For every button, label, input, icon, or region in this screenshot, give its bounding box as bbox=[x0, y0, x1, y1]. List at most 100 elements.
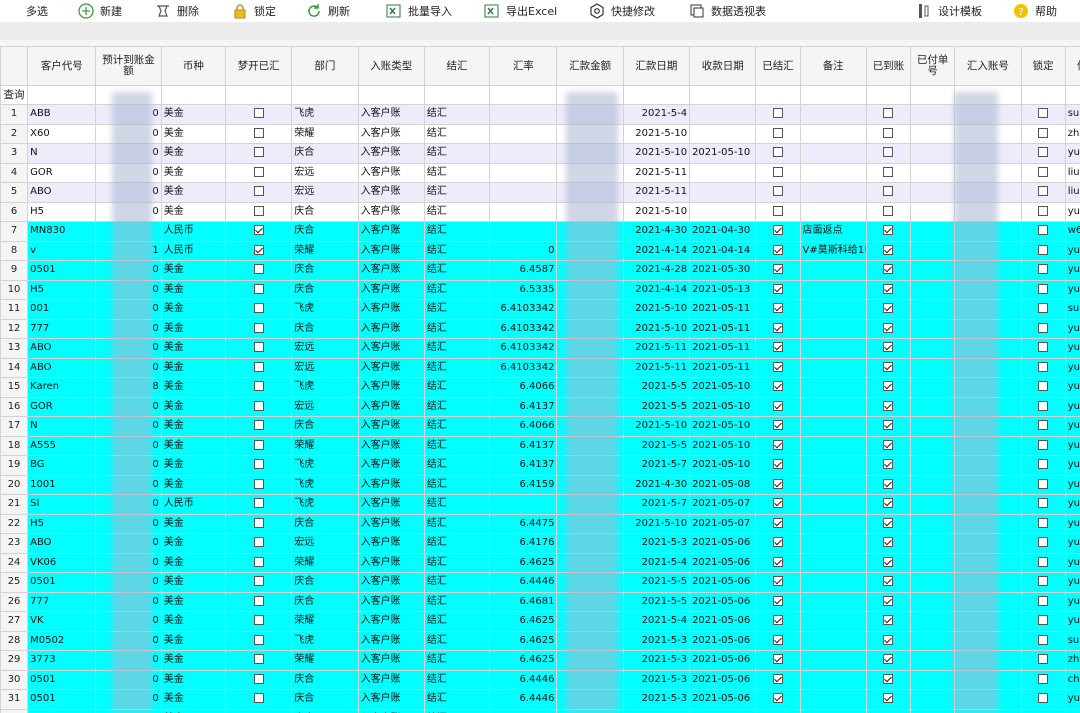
column-header[interactable]: 部门 bbox=[291, 46, 359, 86]
filter-cell[interactable] bbox=[689, 85, 757, 105]
filter-cell[interactable] bbox=[1020, 85, 1066, 105]
checkbox-checked[interactable] bbox=[772, 264, 783, 275]
table-cell[interactable]: 2021-05-06 bbox=[689, 572, 757, 593]
table-cell[interactable]: 2021-05-11 bbox=[689, 357, 757, 378]
table-cell[interactable]: 6.4587 bbox=[489, 260, 558, 281]
table-cell[interactable]: 6.4625 bbox=[489, 650, 558, 671]
table-cell[interactable]: 2021-5-11 bbox=[622, 182, 691, 203]
table-cell[interactable] bbox=[799, 357, 867, 378]
table-cell[interactable]: 5 bbox=[0, 182, 29, 203]
checkbox-unchecked[interactable] bbox=[253, 400, 264, 411]
table-cell[interactable]: 结汇 bbox=[423, 318, 491, 339]
table-row[interactable]: 10 H5 0 美金 庆合 入客户账 结汇 6.5335 2021-4-14 2021-05-13… bbox=[0, 279, 1080, 300]
table-cell[interactable]: 6.4446 bbox=[489, 669, 558, 690]
table-cell[interactable]: 结汇 bbox=[423, 260, 491, 281]
table-cell[interactable]: VK06 bbox=[27, 552, 97, 573]
table-cell[interactable]: ABO bbox=[27, 533, 97, 554]
table-cell[interactable]: yulu bbox=[1064, 201, 1080, 222]
table-cell[interactable] bbox=[799, 455, 867, 476]
filter-cell[interactable] bbox=[357, 85, 425, 105]
table-cell[interactable]: 11 bbox=[0, 299, 29, 320]
table-cell[interactable] bbox=[910, 650, 956, 671]
table-cell[interactable]: che bbox=[1064, 669, 1080, 690]
table-cell[interactable]: 荣耀 bbox=[291, 650, 359, 671]
table-cell[interactable]: 人民币 bbox=[160, 240, 226, 261]
checkbox-checked[interactable] bbox=[883, 576, 894, 587]
table-cell[interactable] bbox=[910, 513, 956, 534]
table-cell[interactable]: 777 bbox=[27, 591, 97, 612]
table-cell[interactable]: 2021-05-11 bbox=[689, 299, 757, 320]
table-cell[interactable] bbox=[799, 533, 867, 554]
checkbox-unchecked[interactable] bbox=[253, 322, 264, 333]
checkbox-unchecked[interactable] bbox=[772, 127, 783, 138]
table-cell[interactable] bbox=[489, 162, 558, 183]
table-cell[interactable] bbox=[799, 162, 867, 183]
table-row[interactable]: 11 001 0 美金 飞虎 入客户账 结汇 6.4103342 2021-5-10 2021-0… bbox=[0, 299, 1080, 320]
checkbox-checked[interactable] bbox=[883, 322, 894, 333]
table-cell[interactable]: 32 bbox=[0, 708, 29, 713]
column-header[interactable] bbox=[0, 46, 29, 86]
table-cell[interactable] bbox=[910, 494, 956, 515]
table-cell[interactable]: 28 bbox=[0, 630, 29, 651]
checkbox-checked[interactable] bbox=[772, 400, 783, 411]
table-cell[interactable]: yulu bbox=[1064, 494, 1080, 515]
table-cell[interactable]: yulu bbox=[1064, 396, 1080, 417]
table-row[interactable]: 7 MN830 人民币 庆合 入客户账 结汇 2021-4-30 2021-04-30 店面返点… bbox=[0, 221, 1080, 242]
table-cell[interactable]: 宏远 bbox=[291, 182, 359, 203]
table-cell[interactable] bbox=[910, 162, 956, 183]
table-cell[interactable]: SI bbox=[27, 494, 97, 515]
table-cell[interactable]: 美金 bbox=[160, 630, 226, 651]
table-cell[interactable]: 2021-05-10 bbox=[689, 416, 757, 437]
filter-cell[interactable] bbox=[799, 85, 867, 105]
checkbox-unchecked[interactable] bbox=[253, 186, 264, 197]
table-cell[interactable]: 美金 bbox=[160, 182, 226, 203]
table-cell[interactable]: 13 bbox=[0, 338, 29, 359]
table-cell[interactable] bbox=[799, 318, 867, 339]
table-cell[interactable]: 24 bbox=[0, 552, 29, 573]
table-cell[interactable]: 结汇 bbox=[423, 650, 491, 671]
table-cell[interactable]: yulu bbox=[1064, 435, 1080, 456]
table-cell[interactable] bbox=[910, 221, 956, 242]
checkbox-unchecked[interactable] bbox=[253, 634, 264, 645]
table-cell[interactable]: H5 bbox=[27, 279, 97, 300]
table-cell[interactable]: 入客户账 bbox=[357, 123, 425, 144]
table-cell[interactable]: 结汇 bbox=[423, 221, 491, 242]
checkbox-checked[interactable] bbox=[772, 459, 783, 470]
table-cell[interactable]: 荣耀 bbox=[291, 611, 359, 632]
table-cell[interactable]: 结汇 bbox=[423, 494, 491, 515]
table-cell[interactable]: 2021-05-06 bbox=[689, 611, 757, 632]
table-cell[interactable]: 结汇 bbox=[423, 182, 491, 203]
table-cell[interactable]: 2021-05-06 bbox=[689, 708, 757, 713]
checkbox-unchecked[interactable] bbox=[1038, 127, 1049, 138]
table-cell[interactable] bbox=[799, 377, 867, 398]
table-cell[interactable]: 2021-5-10 bbox=[622, 299, 691, 320]
table-cell[interactable]: 31 bbox=[0, 689, 29, 710]
column-header[interactable]: 结汇 bbox=[423, 46, 491, 86]
table-cell[interactable]: 2021-5-10 bbox=[622, 143, 691, 164]
checkbox-unchecked[interactable] bbox=[253, 576, 264, 587]
checkbox-unchecked[interactable] bbox=[1038, 537, 1049, 548]
column-header[interactable]: 币种 bbox=[160, 46, 226, 86]
table-cell[interactable] bbox=[799, 591, 867, 612]
table-cell[interactable] bbox=[799, 279, 867, 300]
table-cell[interactable]: 2021-5-11 bbox=[622, 338, 691, 359]
checkbox-checked[interactable] bbox=[883, 693, 894, 704]
table-cell[interactable]: 美金 bbox=[160, 104, 226, 125]
table-cell[interactable]: 美金 bbox=[160, 279, 226, 300]
table-cell[interactable]: 2021-5-5 bbox=[622, 435, 691, 456]
checkbox-checked[interactable] bbox=[883, 595, 894, 606]
table-cell[interactable] bbox=[910, 123, 956, 144]
checkbox-unchecked[interactable] bbox=[1038, 673, 1049, 684]
table-cell[interactable]: 宏远 bbox=[291, 357, 359, 378]
checkbox-unchecked[interactable] bbox=[772, 205, 783, 216]
table-cell[interactable]: 庆合 bbox=[291, 143, 359, 164]
table-cell[interactable] bbox=[799, 435, 867, 456]
table-cell[interactable]: 12 bbox=[0, 318, 29, 339]
table-cell[interactable]: 6.4066 bbox=[489, 416, 558, 437]
table-cell[interactable]: 美金 bbox=[160, 357, 226, 378]
table-cell[interactable]: VK bbox=[27, 611, 97, 632]
table-cell[interactable]: 30 bbox=[0, 669, 29, 690]
table-cell[interactable] bbox=[910, 240, 956, 261]
checkbox-checked[interactable] bbox=[883, 654, 894, 665]
checkbox-checked[interactable] bbox=[772, 556, 783, 567]
